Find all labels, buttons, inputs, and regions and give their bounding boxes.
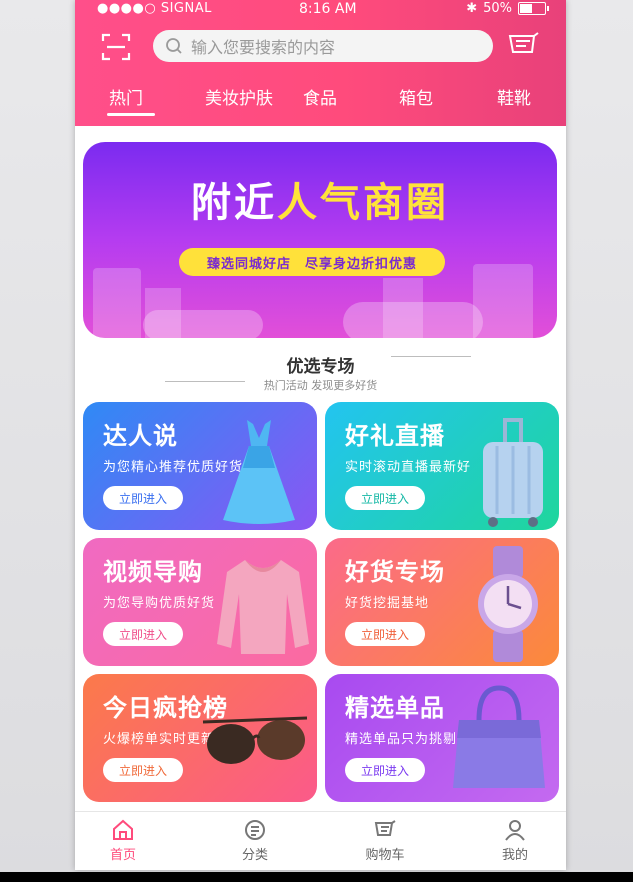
home-icon: [113, 819, 133, 840]
card-hotlist[interactable]: 今日疯抢榜 火爆榜单实时更新 立即进入: [83, 674, 317, 802]
nav-category[interactable]: 分类: [215, 818, 295, 863]
scan-icon[interactable]: [101, 32, 131, 62]
nav-label: 分类: [241, 848, 268, 863]
card-description: 火爆榜单实时更新: [103, 732, 216, 747]
phone-screen: ●●●●○ SIGNAL 8:16 AM ✱ 50% 输入您要搜索的内容 热门 …: [75, 0, 566, 870]
card-description: 为您导购优质好货: [103, 596, 216, 611]
nav-label: 我的: [501, 848, 528, 863]
suitcase-icon: [483, 418, 543, 527]
search-placeholder: 输入您要搜索的内容: [191, 38, 336, 57]
search-icon: [166, 38, 182, 54]
card-title: 好货专场: [345, 558, 445, 586]
card-description: 好货挖掘基地: [345, 596, 430, 611]
bottom-nav: 首页 分类 购物车 我的: [75, 811, 566, 870]
nav-label: 首页: [109, 848, 136, 863]
signal-indicator: ●●●●○ SIGNAL: [97, 1, 212, 16]
status-time: 8:16 AM: [299, 1, 357, 17]
tab-shoes[interactable]: 鞋靴: [497, 84, 531, 109]
header: ●●●●○ SIGNAL 8:16 AM ✱ 50% 输入您要搜索的内容 热门 …: [75, 0, 566, 126]
promo-banner[interactable]: 附近人气商圈 臻选同城好店 尽享身边折扣优惠: [83, 142, 557, 338]
banner-tagline-right: 尽享身边折扣优惠: [305, 256, 418, 272]
search-input[interactable]: 输入您要搜索的内容: [153, 30, 493, 62]
building-decoration: [93, 268, 141, 338]
screen-bottom-edge: [0, 872, 633, 882]
card-title: 达人说: [103, 422, 178, 450]
banner-tagline-left: 臻选同城好店: [206, 256, 291, 272]
section-title: 优选专场: [286, 357, 355, 377]
battery-icon: [518, 2, 549, 15]
sweater-icon: [217, 560, 309, 654]
card-daren[interactable]: 达人说 为您精心推荐优质好货 立即进入: [83, 402, 317, 530]
dress-icon: [223, 420, 295, 524]
nav-cart[interactable]: 购物车: [345, 818, 425, 863]
cloud-decoration: [143, 310, 263, 338]
handbag-icon: [453, 685, 545, 788]
section-subtitle: 热门活动 发现更多好货: [263, 379, 378, 392]
enter-button[interactable]: 立即进入: [345, 486, 425, 510]
active-tab-indicator: [107, 113, 155, 116]
card-description: 实时滚动直播最新好: [345, 460, 472, 475]
enter-button[interactable]: 立即进入: [103, 758, 183, 782]
nav-label: 购物车: [365, 848, 405, 863]
card-title: 好礼直播: [345, 422, 445, 450]
card-title: 视频导购: [103, 558, 203, 586]
category-icon: [245, 820, 265, 840]
sunglasses-icon: [202, 716, 308, 764]
tab-hot[interactable]: 热门: [109, 84, 143, 109]
tab-bags[interactable]: 箱包: [399, 84, 433, 109]
card-title: 精选单品: [345, 694, 445, 722]
banner-title-part2: 人气商圈: [277, 180, 449, 226]
nav-home[interactable]: 首页: [83, 818, 163, 863]
enter-button[interactable]: 立即进入: [103, 622, 183, 646]
cart-icon: [374, 820, 396, 836]
enter-button[interactable]: 立即进入: [345, 758, 425, 782]
status-right: ✱ 50%: [466, 1, 549, 16]
card-selected[interactable]: 精选单品 精选单品只为挑剔的你 立即进入: [325, 674, 559, 802]
banner-tagline: 臻选同城好店 尽享身边折扣优惠: [179, 248, 445, 276]
tab-food[interactable]: 食品: [303, 84, 337, 109]
card-live[interactable]: 好礼直播 实时滚动直播最新好 立即进入: [325, 402, 559, 530]
card-goods[interactable]: 好货专场 好货挖掘基地 立即进入: [325, 538, 559, 666]
banner-title-part1: 附近: [191, 180, 277, 226]
card-video[interactable]: 视频导购 为您导购优质好货 立即进入: [83, 538, 317, 666]
message-icon[interactable]: [507, 30, 541, 62]
cloud-decoration: [343, 302, 483, 338]
user-icon: [505, 820, 525, 841]
tab-beauty[interactable]: 美妆护肤: [205, 84, 273, 109]
enter-button[interactable]: 立即进入: [103, 486, 183, 510]
battery-percent: 50%: [483, 1, 512, 16]
category-tabs: 热门 美妆护肤 食品 箱包 鞋靴: [75, 84, 566, 114]
bluetooth-icon: ✱: [466, 1, 478, 16]
status-bar: ●●●●○ SIGNAL 8:16 AM ✱ 50%: [75, 0, 566, 20]
nav-profile[interactable]: 我的: [475, 818, 555, 863]
enter-button[interactable]: 立即进入: [345, 622, 425, 646]
watch-icon: [478, 546, 538, 662]
banner-title: 附近人气商圈: [83, 170, 557, 228]
